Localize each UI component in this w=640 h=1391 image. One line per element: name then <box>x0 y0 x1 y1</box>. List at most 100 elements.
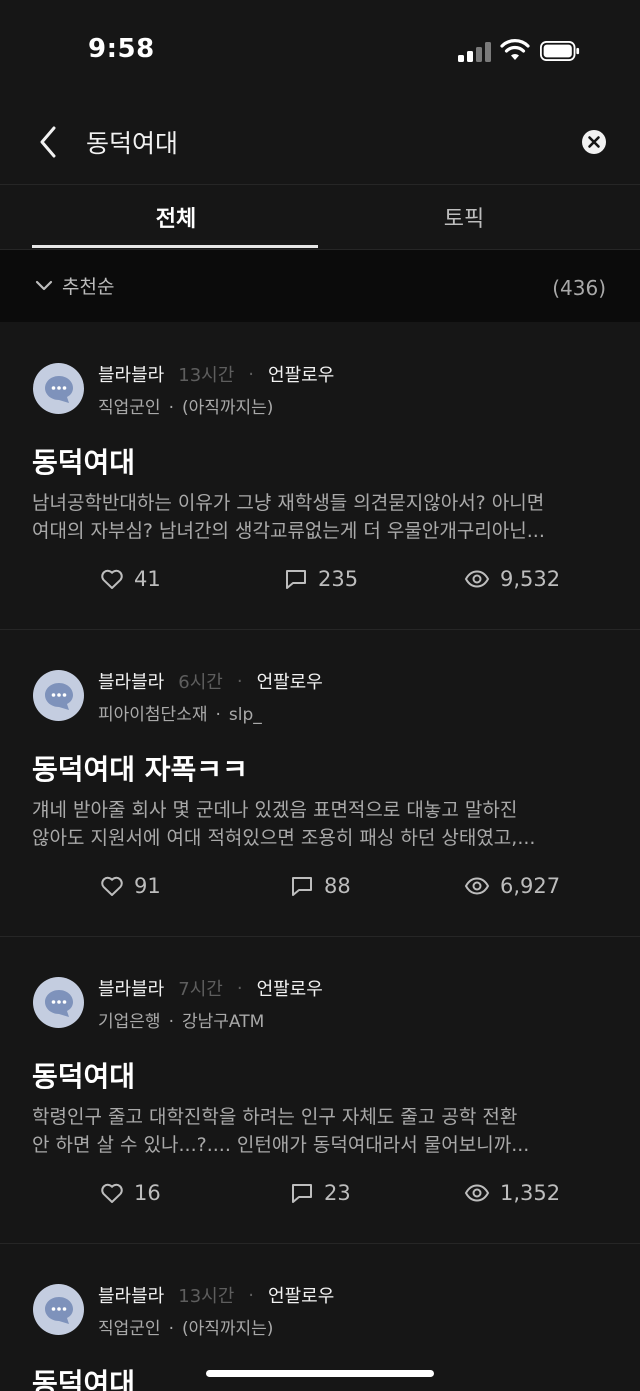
author-line: 블라블라 7시간 · 언팔로우 <box>98 975 323 1001</box>
separator-dot: · <box>168 1012 174 1032</box>
excerpt-line: 여대의 자부심? 남녀간의 생각교류없는게 더 우물안개구리아닌... <box>32 520 545 542</box>
comment-button[interactable]: 23 <box>290 1181 351 1205</box>
post-excerpt[interactable]: 걔네 받아줄 회사 몇 군데나 있겠음 표면적으로 대놓고 말하진 않아도 지원… <box>32 796 612 852</box>
like-button[interactable]: 41 <box>100 567 161 591</box>
like-count: 16 <box>134 1181 161 1205</box>
author-nickname: 강남구ATM <box>181 1012 265 1032</box>
author-nickname: slp_ <box>228 705 262 725</box>
company-line: 직업군인 · (아직까지는) <box>98 1314 273 1339</box>
wifi-icon <box>500 39 530 60</box>
separator-dot: · <box>236 977 243 999</box>
status-time: 9:58 <box>88 34 155 64</box>
separator-dot: · <box>248 1284 255 1306</box>
author-name[interactable]: 블라블라 <box>98 1282 164 1308</box>
post-card[interactable]: 블라블라 13시간 · 언팔로우 직업군인 · (아직까지는) 동덕여대 <box>0 1244 640 1391</box>
battery-icon <box>540 41 580 61</box>
author-line: 블라블라 13시간 · 언팔로우 <box>98 1282 334 1308</box>
eye-icon <box>464 877 490 895</box>
search-input[interactable]: 동덕여대 <box>86 124 178 160</box>
like-button[interactable]: 91 <box>100 874 161 898</box>
tab-topic[interactable]: 토픽 <box>320 185 608 249</box>
post-title[interactable]: 동덕여대 <box>32 1362 135 1391</box>
sort-bar: 추천순 (436) <box>0 250 640 322</box>
back-button[interactable] <box>30 122 66 162</box>
author-line: 블라블라 13시간 · 언팔로우 <box>98 361 334 387</box>
avatar <box>33 670 84 721</box>
company-name: 직업군인 <box>98 1319 161 1339</box>
separator-dot: · <box>236 670 243 692</box>
company-line: 기업은행 · 강남구ATM <box>98 1007 264 1032</box>
eye-icon <box>464 1184 490 1202</box>
company-name: 피아이첨단소재 <box>98 705 208 725</box>
post-time: 6시간 <box>178 672 223 693</box>
unfollow-button[interactable]: 언팔로우 <box>268 1282 334 1308</box>
excerpt-line: 안 하면 살 수 있나...?.... 인턴애가 동덕여대라서 물어보니까... <box>32 1134 530 1156</box>
comment-count: 235 <box>318 567 359 591</box>
author-name[interactable]: 블라블라 <box>98 361 164 387</box>
post-excerpt[interactable]: 학령인구 줄고 대학진학을 하려는 인구 자체도 줄고 공학 전환 안 하면 살… <box>32 1103 612 1159</box>
view-count-stat: 9,532 <box>464 567 560 591</box>
author-nickname: (아직까지는) <box>181 1319 274 1339</box>
unfollow-button[interactable]: 언팔로우 <box>257 975 323 1001</box>
post-excerpt[interactable]: 남녀공학반대하는 이유가 그냥 재학생들 의견묻지않아서? 아니면 여대의 자부… <box>32 489 612 545</box>
active-tab-indicator <box>32 245 318 248</box>
separator-dot: · <box>248 363 255 385</box>
comment-count: 23 <box>324 1181 351 1205</box>
company-line: 피아이첨단소재 · slp_ <box>98 700 262 725</box>
company-name: 직업군인 <box>98 398 161 418</box>
status-bar: 9:58 <box>0 0 640 100</box>
eye-icon <box>464 570 490 588</box>
comment-icon <box>292 1184 312 1203</box>
like-count: 41 <box>134 567 161 591</box>
comment-button[interactable]: 88 <box>290 874 351 898</box>
unfollow-button[interactable]: 언팔로우 <box>268 361 334 387</box>
view-count-stat: 6,927 <box>464 874 560 898</box>
unfollow-button[interactable]: 언팔로우 <box>257 668 323 694</box>
separator-dot: · <box>168 398 174 418</box>
home-indicator[interactable] <box>206 1370 434 1377</box>
chat-bubble-icon <box>44 375 73 403</box>
author-name[interactable]: 블라블라 <box>98 668 164 694</box>
comment-icon <box>292 877 312 896</box>
company-line: 직업군인 · (아직까지는) <box>98 393 273 418</box>
comment-icon <box>286 570 306 589</box>
post-card[interactable]: 블라블라 6시간 · 언팔로우 피아이첨단소재 · slp_ 동덕여대 자폭ㅋㅋ 걔… <box>0 630 640 937</box>
chat-bubble-icon <box>44 1296 73 1324</box>
excerpt-line: 남녀공학반대하는 이유가 그냥 재학생들 의견묻지않아서? 아니면 <box>32 492 545 514</box>
clear-search-button[interactable] <box>580 128 608 156</box>
cellular-signal-icon <box>458 42 492 62</box>
heart-icon <box>101 876 123 896</box>
tab-bar: 전체 토픽 <box>0 185 640 250</box>
heart-icon <box>101 569 123 589</box>
chat-bubble-icon <box>44 682 73 710</box>
tab-all[interactable]: 전체 <box>32 185 320 249</box>
post-title[interactable]: 동덕여대 <box>32 1055 135 1095</box>
company-name: 기업은행 <box>98 1012 161 1032</box>
view-count-stat: 1,352 <box>464 1181 560 1205</box>
post-card[interactable]: 블라블라 13시간 · 언팔로우 직업군인 · (아직까지는) 동덕여대 남녀공학반… <box>0 323 640 630</box>
avatar <box>33 363 84 414</box>
comment-button[interactable]: 235 <box>284 567 358 591</box>
like-button[interactable]: 16 <box>100 1181 161 1205</box>
chat-bubble-icon <box>44 989 73 1017</box>
author-nickname: (아직까지는) <box>181 398 274 418</box>
author-name[interactable]: 블라블라 <box>98 975 164 1001</box>
excerpt-line: 걔네 받아줄 회사 몇 군데나 있겠음 표면적으로 대놓고 말하진 <box>32 799 518 821</box>
avatar <box>33 1284 84 1335</box>
post-title[interactable]: 동덕여대 자폭ㅋㅋ <box>32 748 248 788</box>
author-line: 블라블라 6시간 · 언팔로우 <box>98 668 323 694</box>
result-count: (436) <box>552 276 606 300</box>
search-header: 동덕여대 <box>0 100 640 185</box>
view-count: 1,352 <box>500 1181 561 1205</box>
excerpt-line: 않아도 지원서에 여대 적혀있으면 조용히 패싱 하던 상태였고,... <box>32 827 536 849</box>
post-time: 13시간 <box>178 1286 235 1307</box>
post-title[interactable]: 동덕여대 <box>32 441 135 481</box>
post-card[interactable]: 블라블라 7시간 · 언팔로우 기업은행 · 강남구ATM 동덕여대 학령인구 줄고… <box>0 937 640 1244</box>
excerpt-line: 학령인구 줄고 대학진학을 하려는 인구 자체도 줄고 공학 전환 <box>32 1106 518 1128</box>
view-count: 9,532 <box>500 567 561 591</box>
post-time: 7시간 <box>178 979 223 1000</box>
view-count: 6,927 <box>500 874 561 898</box>
heart-icon <box>101 1183 123 1203</box>
avatar <box>33 977 84 1028</box>
sort-dropdown[interactable]: 추천순 <box>34 272 114 299</box>
